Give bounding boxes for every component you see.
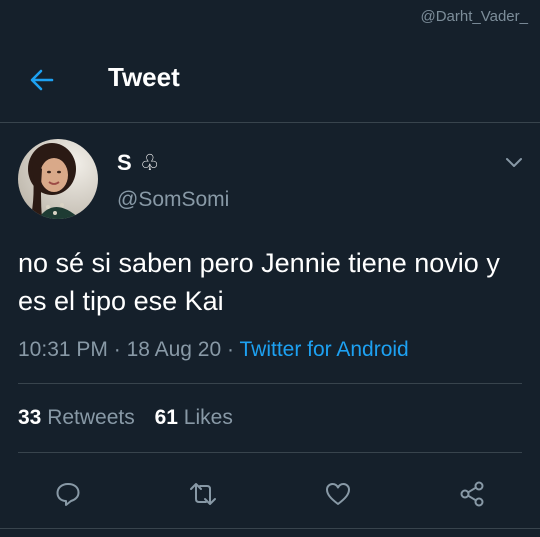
back-button[interactable] [26,64,58,96]
club-emoji: ♧ [139,150,161,175]
share-icon [460,481,484,507]
tweet-metadata: 10:31 PM · 18 Aug 20 · Twitter for Andro… [18,338,409,362]
avatar-image [18,139,98,219]
like-icon [326,483,350,505]
avatar[interactable] [18,139,98,219]
page-title: Tweet [108,62,180,92]
retweet-icon [190,483,216,505]
likes-count: 61 [154,406,178,429]
tweet-text: no sé si saben pero Jennie tiene novio y… [18,248,500,316]
share-button[interactable] [452,474,492,514]
divider [18,383,522,384]
tweet-actions-bar [0,474,540,514]
like-button[interactable] [318,474,358,514]
display-name[interactable]: S ♧ [117,150,161,176]
divider [0,528,540,529]
reply-button[interactable] [48,474,88,514]
likes-label: Likes [183,406,233,429]
reply-icon [56,483,80,506]
more-options-button[interactable] [502,150,526,174]
tweet-stats: 33 Retweets 61 Likes [18,406,247,430]
likes-stat[interactable]: 61 Likes [155,406,233,429]
retweet-button[interactable] [183,474,223,514]
retweets-stat[interactable]: 33 Retweets [18,406,135,429]
meta-separator: · [227,338,235,361]
divider [18,452,522,453]
chevron-down-icon [506,158,522,167]
retweets-label: Retweets [47,406,135,429]
tweet-source-link[interactable]: Twitter for Android [239,338,408,361]
display-name-text: S [117,150,133,175]
meta-separator: · [113,338,121,361]
tweet-time: 10:31 PM [18,338,108,361]
arrow-left-icon [30,69,54,91]
retweets-count: 33 [18,406,42,429]
watermark: @Darht_Vader_ [420,8,528,25]
user-handle[interactable]: @SomSomi [117,188,229,212]
top-bar: Tweet [0,40,540,123]
tweet-date: 18 Aug 20 [126,338,222,361]
